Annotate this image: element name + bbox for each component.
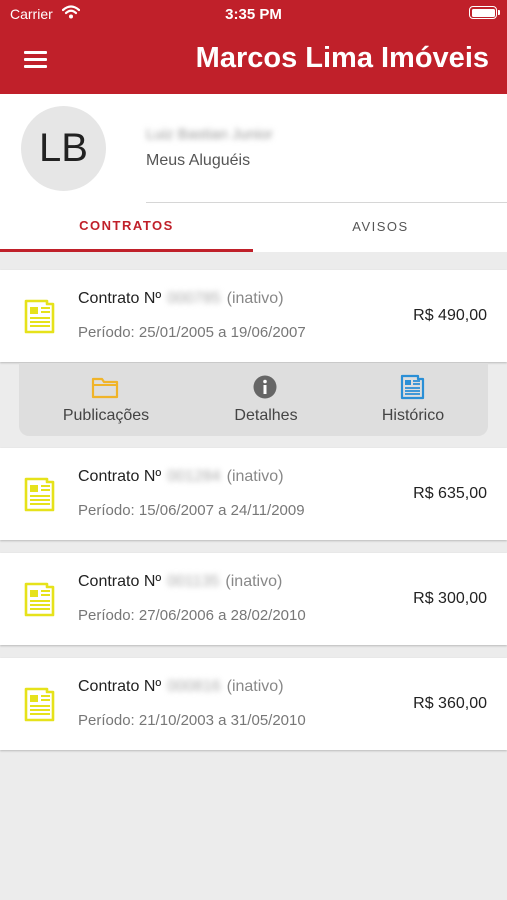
app-title: Marcos Lima Imóveis [195,42,489,74]
newspaper-icon [400,374,425,400]
history-button[interactable]: Histórico [338,363,488,436]
contract-label: Contrato Nº [78,573,162,590]
document-icon [24,299,55,334]
contract-price: R$ 635,00 [413,485,487,502]
contract-period: Período: 21/10/2003 a 31/05/2010 [78,712,306,729]
contract-number: 001135 [167,573,220,590]
contract-card[interactable]: Contrato Nº 001284 (inativo) Período: 15/0… [0,448,507,540]
history-label: Histórico [381,407,445,424]
contract-number: 000785 [167,290,221,307]
contract-price: R$ 360,00 [413,695,487,712]
contract-card[interactable]: Contrato Nº 001135 (inativo) Período: 27/0… [0,553,507,645]
document-icon [24,477,55,512]
folder-icon [91,377,119,399]
publications-label: Publicações [62,407,150,424]
contract-period: Período: 27/06/2006 a 28/02/2010 [78,607,306,624]
contract-label: Contrato Nº [78,678,162,695]
contract-number: 001284 [167,468,221,485]
contract-label: Contrato Nº [78,290,162,307]
contract-status: (inativo) [226,290,284,307]
publications-button[interactable]: Publicações [31,363,181,436]
app-header: Carrier 3:35 PM Marcos Lima Imóveis [0,0,507,94]
contract-title: Contrato Nº 000816 (inativo) [78,678,284,696]
contract-title: Contrato Nº 001284 (inativo) [78,468,284,486]
battery-icon [469,6,500,19]
contract-status: (inativo) [226,468,284,485]
status-time: 3:35 PM [225,6,282,23]
contract-number: 000816 [167,678,221,695]
document-icon [24,582,55,617]
contract-actions: Publicações Detalhes Histórico [19,363,488,436]
contract-title: Contrato Nº 000785 (inativo) [78,290,284,308]
avatar: LB [21,106,106,191]
tab-avisos[interactable]: AVISOS [254,202,507,252]
status-bar: Carrier 3:35 PM [0,0,507,30]
user-subtitle: Meus Aluguéis [146,152,251,169]
contract-price: R$ 300,00 [413,590,487,607]
document-icon [24,687,55,722]
details-label: Detalhes [234,407,298,424]
profile-panel: LB Luiz Bastian Junior Meus Aluguéis CON… [0,94,507,252]
info-icon [253,375,277,399]
contract-period: Período: 25/01/2005 a 19/06/2007 [78,324,306,341]
contract-label: Contrato Nº [78,468,162,485]
tab-contratos[interactable]: CONTRATOS [0,202,253,252]
contract-price: R$ 490,00 [413,307,487,324]
contract-title: Contrato Nº 001135 (inativo) [78,573,282,591]
contract-status: (inativo) [226,678,284,695]
contract-card[interactable]: Contrato Nº 000785 (inativo) Período: 25/0… [0,270,507,362]
contract-card[interactable]: Contrato Nº 000816 (inativo) Período: 21/1… [0,658,507,750]
menu-icon[interactable] [24,51,47,69]
user-name: Luiz Bastian Junior [146,126,273,143]
contract-period: Período: 15/06/2007 a 24/11/2009 [78,502,305,519]
contract-status: (inativo) [225,573,283,590]
details-button[interactable]: Detalhes [191,363,341,436]
